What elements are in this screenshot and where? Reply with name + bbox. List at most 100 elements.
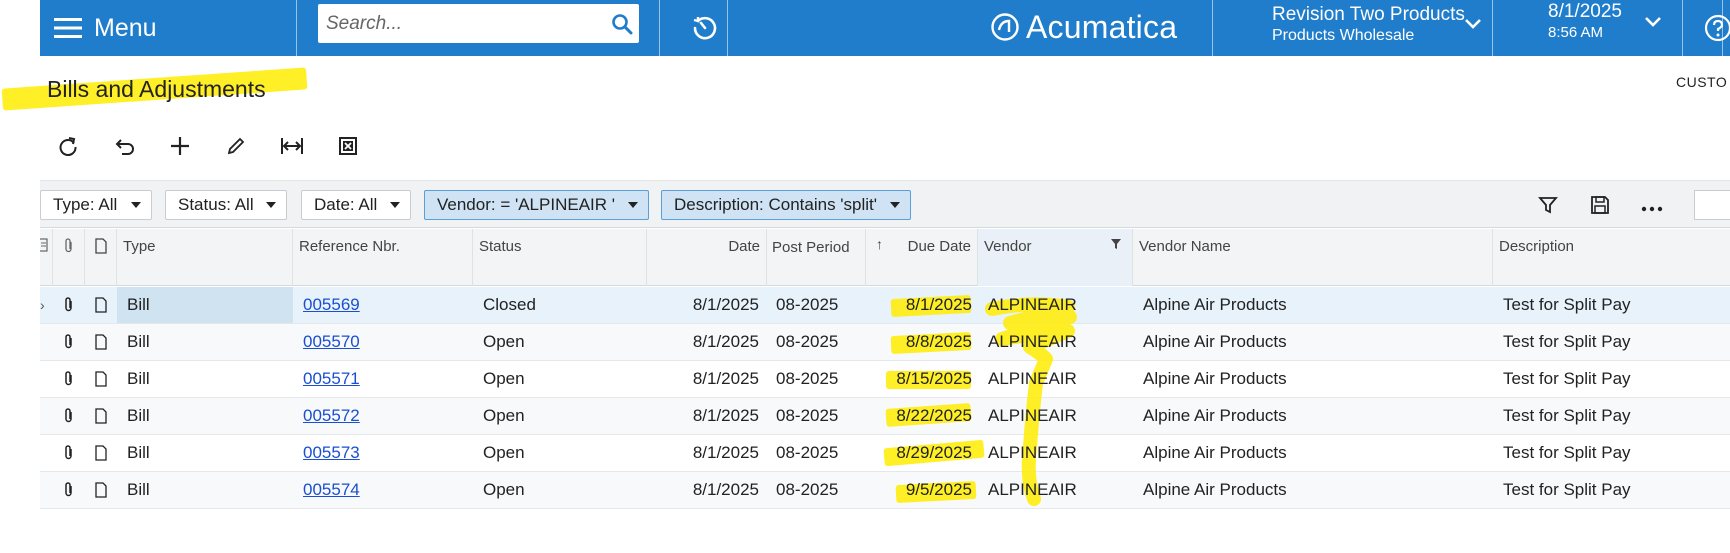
recent-history-button[interactable] xyxy=(685,8,725,48)
type-cell[interactable]: Bill xyxy=(117,361,293,397)
more-options-button[interactable] xyxy=(1637,191,1667,219)
vendor-cell[interactable]: ALPINEAIR xyxy=(978,324,1133,360)
due-date-cell[interactable]: 9/5/2025 xyxy=(866,472,978,508)
vendor-cell[interactable]: ALPINEAIR xyxy=(978,287,1133,323)
post-period-cell[interactable]: 08-2025 xyxy=(767,435,866,471)
post-period-cell[interactable]: 08-2025 xyxy=(767,361,866,397)
description-cell[interactable]: Test for Split Pay xyxy=(1493,435,1730,471)
attachments-column-header[interactable] xyxy=(53,229,85,286)
add-new-button[interactable] xyxy=(152,128,208,164)
note-cell[interactable] xyxy=(85,398,117,434)
filter-chip-status[interactable]: Status: All xyxy=(165,190,287,220)
reference-nbr-link[interactable]: 005571 xyxy=(303,369,360,389)
search-input[interactable] xyxy=(318,4,605,43)
table-row[interactable]: Bill 005572 Open 8/1/2025 08-2025 8/22/2… xyxy=(40,398,1730,435)
table-row[interactable]: › Bill 005569 Closed 8/1/2025 08-2025 8/… xyxy=(40,287,1730,324)
post-period-cell[interactable]: 08-2025 xyxy=(767,472,866,508)
note-cell[interactable] xyxy=(85,361,117,397)
status-cell[interactable]: Open xyxy=(473,435,647,471)
vendor-cell[interactable]: ALPINEAIR xyxy=(978,398,1133,434)
date-cell[interactable]: 8/1/2025 xyxy=(647,472,767,508)
vendor-name-cell[interactable]: Alpine Air Products xyxy=(1133,398,1493,434)
vendor-name-cell[interactable]: Alpine Air Products xyxy=(1133,287,1493,323)
refresh-button[interactable] xyxy=(40,128,96,164)
type-cell[interactable]: Bill xyxy=(117,324,293,360)
filter-chip-vendor[interactable]: Vendor: = 'ALPINEAIR ' xyxy=(424,190,649,220)
table-row[interactable]: Bill 005574 Open 8/1/2025 08-2025 9/5/20… xyxy=(40,472,1730,509)
description-cell[interactable]: Test for Split Pay xyxy=(1493,472,1730,508)
column-header-type[interactable]: Type xyxy=(117,229,293,286)
status-cell[interactable]: Open xyxy=(473,324,647,360)
table-row[interactable]: Bill 005570 Open 8/1/2025 08-2025 8/8/20… xyxy=(40,324,1730,361)
vendor-name-cell[interactable]: Alpine Air Products xyxy=(1133,435,1493,471)
edit-button[interactable] xyxy=(208,128,264,164)
vendor-name-cell[interactable]: Alpine Air Products xyxy=(1133,472,1493,508)
attachment-cell[interactable] xyxy=(53,472,85,508)
company-branch-selector[interactable]: Revision Two Products Products Wholesale xyxy=(1272,4,1490,52)
attachment-cell[interactable] xyxy=(53,361,85,397)
reference-nbr-link[interactable]: 005573 xyxy=(303,443,360,463)
menu-button[interactable]: Menu xyxy=(40,0,296,56)
status-cell[interactable]: Open xyxy=(473,361,647,397)
help-button[interactable] xyxy=(1700,10,1730,46)
column-header-reference-nbr[interactable]: Reference Nbr. xyxy=(293,229,473,286)
business-date-selector[interactable]: 8/1/2025 8:56 AM xyxy=(1548,0,1680,56)
filter-chip-type[interactable]: Type: All xyxy=(40,190,152,220)
note-cell[interactable] xyxy=(85,472,117,508)
post-period-cell[interactable]: 08-2025 xyxy=(767,324,866,360)
column-header-vendor[interactable]: Vendor xyxy=(978,229,1133,286)
attachment-cell[interactable] xyxy=(53,287,85,323)
table-row[interactable]: Bill 005573 Open 8/1/2025 08-2025 8/29/2… xyxy=(40,435,1730,472)
vendor-name-cell[interactable]: Alpine Air Products xyxy=(1133,324,1493,360)
due-date-cell[interactable]: 8/22/2025 xyxy=(866,398,978,434)
date-cell[interactable]: 8/1/2025 xyxy=(647,398,767,434)
vendor-cell[interactable]: ALPINEAIR xyxy=(978,472,1133,508)
due-date-cell[interactable]: 8/29/2025 xyxy=(866,435,985,471)
date-cell[interactable]: 8/1/2025 xyxy=(647,287,767,323)
date-cell[interactable]: 8/1/2025 xyxy=(647,324,767,360)
save-filter-button[interactable] xyxy=(1585,191,1615,219)
reference-nbr-link[interactable]: 005570 xyxy=(303,332,360,352)
column-header-post-period[interactable]: Post Period xyxy=(767,229,866,286)
filter-chip-date[interactable]: Date: All xyxy=(301,190,411,220)
grid-search-input[interactable] xyxy=(1694,190,1730,220)
type-cell[interactable]: Bill xyxy=(117,472,293,508)
type-cell[interactable]: Bill xyxy=(117,398,293,434)
column-header-description[interactable]: Description xyxy=(1493,229,1730,286)
reference-nbr-link[interactable]: 005574 xyxy=(303,480,360,500)
post-period-cell[interactable]: 08-2025 xyxy=(767,287,866,323)
reference-nbr-link[interactable]: 005572 xyxy=(303,406,360,426)
date-cell[interactable]: 8/1/2025 xyxy=(647,361,767,397)
attachment-cell[interactable] xyxy=(53,324,85,360)
status-cell[interactable]: Open xyxy=(473,472,647,508)
reference-nbr-link[interactable]: 005569 xyxy=(303,295,360,315)
vendor-cell[interactable]: ALPINEAIR xyxy=(978,361,1133,397)
table-row[interactable]: Bill 005571 Open 8/1/2025 08-2025 8/15/2… xyxy=(40,361,1730,398)
export-to-excel-button[interactable] xyxy=(320,128,376,164)
column-header-vendor-name[interactable]: Vendor Name xyxy=(1133,229,1493,286)
post-period-cell[interactable]: 08-2025 xyxy=(767,398,866,434)
due-date-cell[interactable]: 8/8/2025 xyxy=(866,324,978,360)
vendor-cell[interactable]: ALPINEAIR xyxy=(978,435,1133,471)
selector-column-header[interactable] xyxy=(40,229,53,286)
description-cell[interactable]: Test for Split Pay xyxy=(1493,287,1730,323)
notes-column-header[interactable] xyxy=(85,229,117,286)
column-header-due-date[interactable]: ↑ Due Date xyxy=(866,229,978,286)
customization-menu-label[interactable]: CUSTO xyxy=(1676,74,1727,90)
due-date-cell[interactable]: 8/15/2025 xyxy=(866,361,978,397)
date-cell[interactable]: 8/1/2025 xyxy=(647,435,767,471)
global-search[interactable] xyxy=(318,4,639,43)
note-cell[interactable] xyxy=(85,435,117,471)
filter-settings-button[interactable] xyxy=(1533,191,1563,219)
status-cell[interactable]: Open xyxy=(473,398,647,434)
type-cell[interactable]: Bill xyxy=(117,287,293,323)
description-cell[interactable]: Test for Split Pay xyxy=(1493,398,1730,434)
status-cell[interactable]: Closed xyxy=(473,287,647,323)
note-cell[interactable] xyxy=(85,324,117,360)
undo-button[interactable] xyxy=(96,128,152,164)
search-icon[interactable] xyxy=(605,7,639,41)
note-cell[interactable] xyxy=(85,287,117,323)
description-cell[interactable]: Test for Split Pay xyxy=(1493,361,1730,397)
column-header-date[interactable]: Date xyxy=(647,229,767,286)
filter-chip-description[interactable]: Description: Contains 'split' xyxy=(661,190,911,220)
